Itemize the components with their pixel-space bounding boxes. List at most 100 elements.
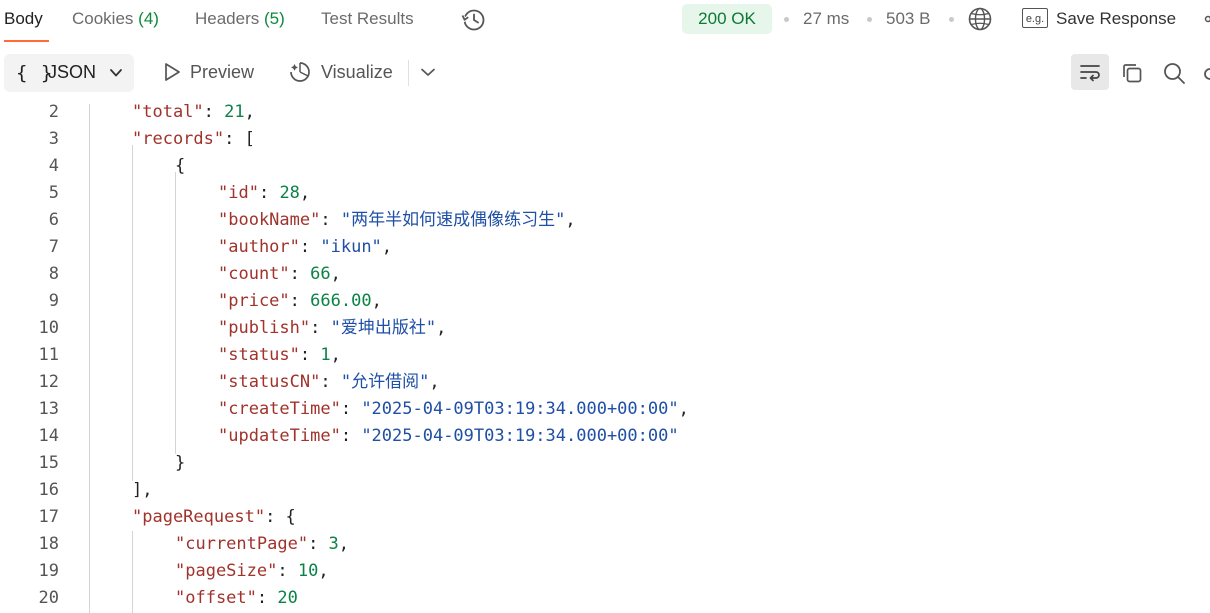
json-token: "2025-04-09T03:19:34.000+00:00": [361, 399, 679, 419]
json-token: ,: [381, 237, 393, 257]
code-content: "status": 1,: [218, 342, 341, 369]
code-content: "id": 28,: [218, 180, 310, 207]
json-token: ,: [330, 264, 341, 284]
line-number: 3: [48, 129, 59, 149]
json-token: :: [203, 104, 225, 122]
code-line: 16],: [0, 477, 1210, 504]
line-number: 9: [48, 291, 59, 311]
json-token: ],: [132, 480, 153, 500]
code-line: 5 "id": 28,: [0, 180, 1210, 207]
json-token: :: [310, 318, 331, 338]
chevron-down-icon[interactable]: [416, 60, 440, 84]
code-line: 17 "pageRequest": {: [0, 504, 1210, 531]
response-toolbar: { } JSON Preview Visualize: [0, 44, 1210, 104]
tab-headers-count: (5): [264, 9, 285, 28]
history-icon[interactable]: [461, 7, 487, 33]
json-token: 3: [328, 534, 339, 554]
json-token: "2025-04-09T03:19:34.000+00:00": [361, 426, 679, 446]
json-token: :: [320, 210, 341, 230]
format-dropdown[interactable]: { } JSON: [4, 54, 134, 92]
code-content: "updateTime": "2025-04-09T03:19:34.000+0…: [218, 423, 679, 450]
json-token: "createTime": [218, 399, 341, 419]
json-token: ,: [436, 318, 447, 338]
tab-body-label: Body: [4, 9, 43, 28]
code-line: 13 "createTime": "2025-04-09T03:19:34.000…: [0, 396, 1210, 423]
code-line: 14 "updateTime": "2025-04-09T03:19:34.000…: [0, 423, 1210, 450]
code-content: ],: [132, 477, 152, 504]
format-label: JSON: [48, 62, 97, 82]
json-token: :: [299, 345, 321, 365]
copy-icon[interactable]: [1120, 61, 1144, 85]
json-token: :: [256, 588, 278, 608]
json-token: ,: [565, 210, 576, 230]
json-token: "updateTime": [218, 426, 341, 446]
save-response-button[interactable]: Save Response: [1056, 8, 1176, 30]
json-token: : {: [265, 507, 296, 527]
globe-icon[interactable]: [967, 6, 993, 32]
code-content: }: [175, 450, 185, 477]
response-size[interactable]: 503 B: [886, 8, 930, 30]
response-body-editor[interactable]: 2 "total": 21, 3 "records": [4{5 "id": 28, 6 "…: [0, 104, 1210, 613]
code-content: "publish": "爱坤出版社",: [218, 315, 446, 342]
code-content: "pageSize": 10,: [175, 558, 329, 585]
tab-cookies-count: (4): [138, 9, 159, 28]
json-token: "count": [218, 264, 290, 284]
tab-test-results-label: Test Results: [321, 9, 414, 28]
json-token: "ikun": [320, 237, 382, 257]
line-number: 17: [38, 507, 59, 527]
line-number: 19: [38, 561, 59, 581]
tab-cookies[interactable]: Cookies (4): [72, 8, 159, 30]
json-token: :: [277, 561, 298, 581]
more-icon[interactable]: [1202, 61, 1210, 85]
code-content: "total": 21,: [132, 104, 255, 126]
preview-button[interactable]: Preview: [190, 60, 254, 84]
wrap-lines-icon: [1080, 65, 1100, 82]
json-token: "author": [218, 237, 300, 257]
code-content: "pageRequest": {: [132, 504, 296, 531]
json-token: "records": [132, 129, 225, 149]
chevron-down-icon: [110, 69, 122, 77]
code-line: 3 "records": [: [0, 126, 1210, 153]
line-number: 16: [38, 480, 59, 500]
code-content: "createTime": "2025-04-09T03:19:34.000+0…: [218, 396, 689, 423]
code-content: "records": [: [132, 126, 255, 153]
json-token: "status": [218, 345, 300, 365]
json-token: "statusCN": [218, 372, 321, 392]
more-icon[interactable]: [1203, 14, 1210, 24]
code-content: "offset": 20: [175, 585, 298, 612]
tab-body[interactable]: Body: [4, 8, 43, 30]
json-token: :: [308, 534, 329, 554]
json-token: :: [340, 426, 362, 446]
wrap-lines-button[interactable]: [1071, 54, 1109, 90]
tab-test-results[interactable]: Test Results: [321, 8, 414, 30]
line-number: 2: [48, 104, 59, 122]
code-line: 11 "status": 1,: [0, 342, 1210, 369]
line-number: 10: [38, 318, 59, 338]
json-token: ,: [244, 104, 255, 122]
search-icon[interactable]: [1162, 61, 1186, 85]
status-badge[interactable]: 200 OK: [682, 4, 772, 34]
json-token: : [: [224, 129, 255, 149]
json-token: "id": [218, 183, 259, 203]
separator-dot: [784, 17, 789, 22]
json-token: :: [289, 264, 311, 284]
json-token: "currentPage": [175, 534, 309, 554]
code-content: "price": 666.00,: [218, 288, 382, 315]
line-number: 11: [38, 345, 59, 365]
visualize-button[interactable]: Visualize: [321, 60, 393, 84]
line-number: 13: [38, 399, 59, 419]
json-token: 66: [310, 264, 331, 284]
play-icon: [165, 63, 180, 81]
json-token: "offset": [175, 588, 257, 608]
response-time[interactable]: 27 ms: [803, 8, 849, 30]
json-token: ,: [299, 183, 311, 203]
json-token: 1: [320, 345, 331, 365]
tab-headers[interactable]: Headers (5): [195, 8, 285, 30]
code-line: 7 "author": "ikun",: [0, 234, 1210, 261]
response-tabs-bar: Body Cookies (4) Headers (5) Test Result…: [0, 0, 1210, 44]
code-line: 18 "currentPage": 3,: [0, 531, 1210, 558]
json-token: :: [289, 291, 311, 311]
json-token: ,: [330, 345, 341, 365]
json-token: "price": [218, 291, 290, 311]
json-token: "两年半如何速成偶像练习生": [340, 210, 566, 230]
